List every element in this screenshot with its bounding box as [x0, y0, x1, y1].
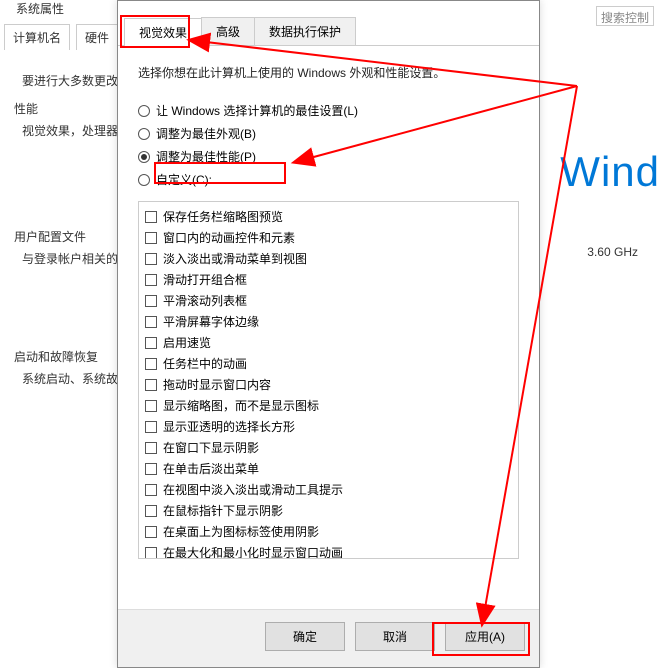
radio-label: 调整为最佳外观(B)	[156, 125, 256, 142]
check-item[interactable]: 拖动时显示窗口内容	[143, 374, 514, 395]
check-label: 窗口内的动画控件和元素	[163, 229, 295, 246]
check-item[interactable]: 显示缩略图，而不是显示图标	[143, 395, 514, 416]
check-item[interactable]: 任务栏中的动画	[143, 353, 514, 374]
check-item[interactable]: 窗口内的动画控件和元素	[143, 227, 514, 248]
check-label: 平滑屏幕字体边缘	[163, 313, 259, 330]
check-item[interactable]: 在鼠标指针下显示阴影	[143, 500, 514, 521]
bg-title: 系统属性	[16, 0, 64, 17]
checkbox-icon	[145, 211, 157, 223]
checkbox-icon	[145, 484, 157, 496]
checkbox-icon	[145, 253, 157, 265]
check-item[interactable]: 在窗口下显示阴影	[143, 437, 514, 458]
check-label: 在最大化和最小化时显示窗口动画	[163, 544, 343, 559]
check-item[interactable]: 显示亚透明的选择长方形	[143, 416, 514, 437]
checkbox-icon	[145, 400, 157, 412]
radio-best-appearance[interactable]: 调整为最佳外观(B)	[138, 122, 519, 145]
tab-advanced[interactable]: 高级	[201, 17, 255, 45]
checkbox-icon	[145, 358, 157, 370]
radio-icon	[138, 105, 150, 117]
dialog-tabs: 视觉效果 高级 数据执行保护	[118, 11, 539, 46]
bg-startup-desc: 系统启动、系统故	[22, 370, 118, 387]
check-label: 在单击后淡出菜单	[163, 460, 259, 477]
cancel-button[interactable]: 取消	[355, 622, 435, 651]
checkbox-icon	[145, 547, 157, 559]
radio-icon-checked	[138, 151, 150, 163]
check-label: 显示亚透明的选择长方形	[163, 418, 295, 435]
check-item[interactable]: 保存任务栏缩略图预览	[143, 206, 514, 227]
radio-icon	[138, 174, 150, 186]
checkbox-icon	[145, 316, 157, 328]
checkbox-icon	[145, 274, 157, 286]
check-item[interactable]: 平滑屏幕字体边缘	[143, 311, 514, 332]
check-item[interactable]: 滑动打开组合框	[143, 269, 514, 290]
windows-brand-fragment: Wind	[560, 148, 660, 196]
panel-description: 选择你想在此计算机上使用的 Windows 外观和性能设置。	[138, 64, 519, 81]
bg-update-text: 要进行大多数更改	[22, 72, 118, 89]
radio-auto[interactable]: 让 Windows 选择计算机的最佳设置(L)	[138, 99, 519, 122]
checkbox-icon	[145, 442, 157, 454]
check-label: 任务栏中的动画	[163, 355, 247, 372]
check-label: 在窗口下显示阴影	[163, 439, 259, 456]
dialog-button-row: 确定 取消 应用(A)	[118, 609, 539, 667]
checkbox-icon	[145, 379, 157, 391]
checkbox-icon	[145, 295, 157, 307]
bg-tab-hardware[interactable]: 硬件	[76, 24, 118, 50]
check-item[interactable]: 平滑滚动列表框	[143, 290, 514, 311]
radio-group: 让 Windows 选择计算机的最佳设置(L) 调整为最佳外观(B) 调整为最佳…	[138, 99, 519, 191]
check-label: 平滑滚动列表框	[163, 292, 247, 309]
radio-best-performance[interactable]: 调整为最佳性能(P)	[138, 145, 519, 168]
bg-profile-desc: 与登录帐户相关的	[22, 250, 118, 267]
search-input[interactable]: 搜索控制面	[596, 6, 654, 26]
check-label: 保存任务栏缩略图预览	[163, 208, 283, 225]
visual-effects-checklist[interactable]: 保存任务栏缩略图预览窗口内的动画控件和元素淡入淡出或滑动菜单到视图滑动打开组合框…	[138, 201, 519, 559]
checkbox-icon	[145, 421, 157, 433]
checkbox-icon	[145, 505, 157, 517]
check-item[interactable]: 在视图中淡入淡出或滑动工具提示	[143, 479, 514, 500]
bg-tab-computer-name[interactable]: 计算机名	[4, 24, 70, 50]
ok-button[interactable]: 确定	[265, 622, 345, 651]
check-item[interactable]: 在最大化和最小化时显示窗口动画	[143, 542, 514, 559]
apply-button[interactable]: 应用(A)	[445, 622, 525, 651]
check-label: 启用速览	[163, 334, 211, 351]
check-label: 在鼠标指针下显示阴影	[163, 502, 283, 519]
bg-section-profile: 用户配置文件	[14, 228, 86, 245]
cpu-ghz: 3.60 GHz	[587, 245, 638, 259]
checkbox-icon	[145, 337, 157, 349]
check-label: 显示缩略图，而不是显示图标	[163, 397, 319, 414]
radio-label: 让 Windows 选择计算机的最佳设置(L)	[156, 102, 358, 119]
tab-visual-effects[interactable]: 视觉效果	[124, 18, 202, 46]
bg-perf-desc: 视觉效果，处理器	[22, 122, 118, 139]
check-item[interactable]: 淡入淡出或滑动菜单到视图	[143, 248, 514, 269]
bg-section-startup: 启动和故障恢复	[14, 348, 98, 365]
check-item[interactable]: 在单击后淡出菜单	[143, 458, 514, 479]
bg-section-perf: 性能	[14, 100, 38, 117]
checkbox-icon	[145, 232, 157, 244]
check-item[interactable]: 在桌面上为图标标签使用阴影	[143, 521, 514, 542]
check-label: 在视图中淡入淡出或滑动工具提示	[163, 481, 343, 498]
radio-label: 调整为最佳性能(P)	[156, 148, 256, 165]
radio-label: 自定义(C):	[156, 171, 212, 188]
check-label: 拖动时显示窗口内容	[163, 376, 271, 393]
check-item[interactable]: 启用速览	[143, 332, 514, 353]
radio-icon	[138, 128, 150, 140]
check-label: 在桌面上为图标标签使用阴影	[163, 523, 319, 540]
checkbox-icon	[145, 463, 157, 475]
tab-panel-visual-effects: 选择你想在此计算机上使用的 Windows 外观和性能设置。 让 Windows…	[118, 46, 539, 609]
radio-custom[interactable]: 自定义(C):	[138, 168, 519, 191]
tab-dep[interactable]: 数据执行保护	[254, 17, 356, 45]
performance-options-dialog: 视觉效果 高级 数据执行保护 选择你想在此计算机上使用的 Windows 外观和…	[117, 0, 540, 668]
dialog-titlebar	[118, 1, 539, 11]
checkbox-icon	[145, 526, 157, 538]
check-label: 淡入淡出或滑动菜单到视图	[163, 250, 307, 267]
check-label: 滑动打开组合框	[163, 271, 247, 288]
